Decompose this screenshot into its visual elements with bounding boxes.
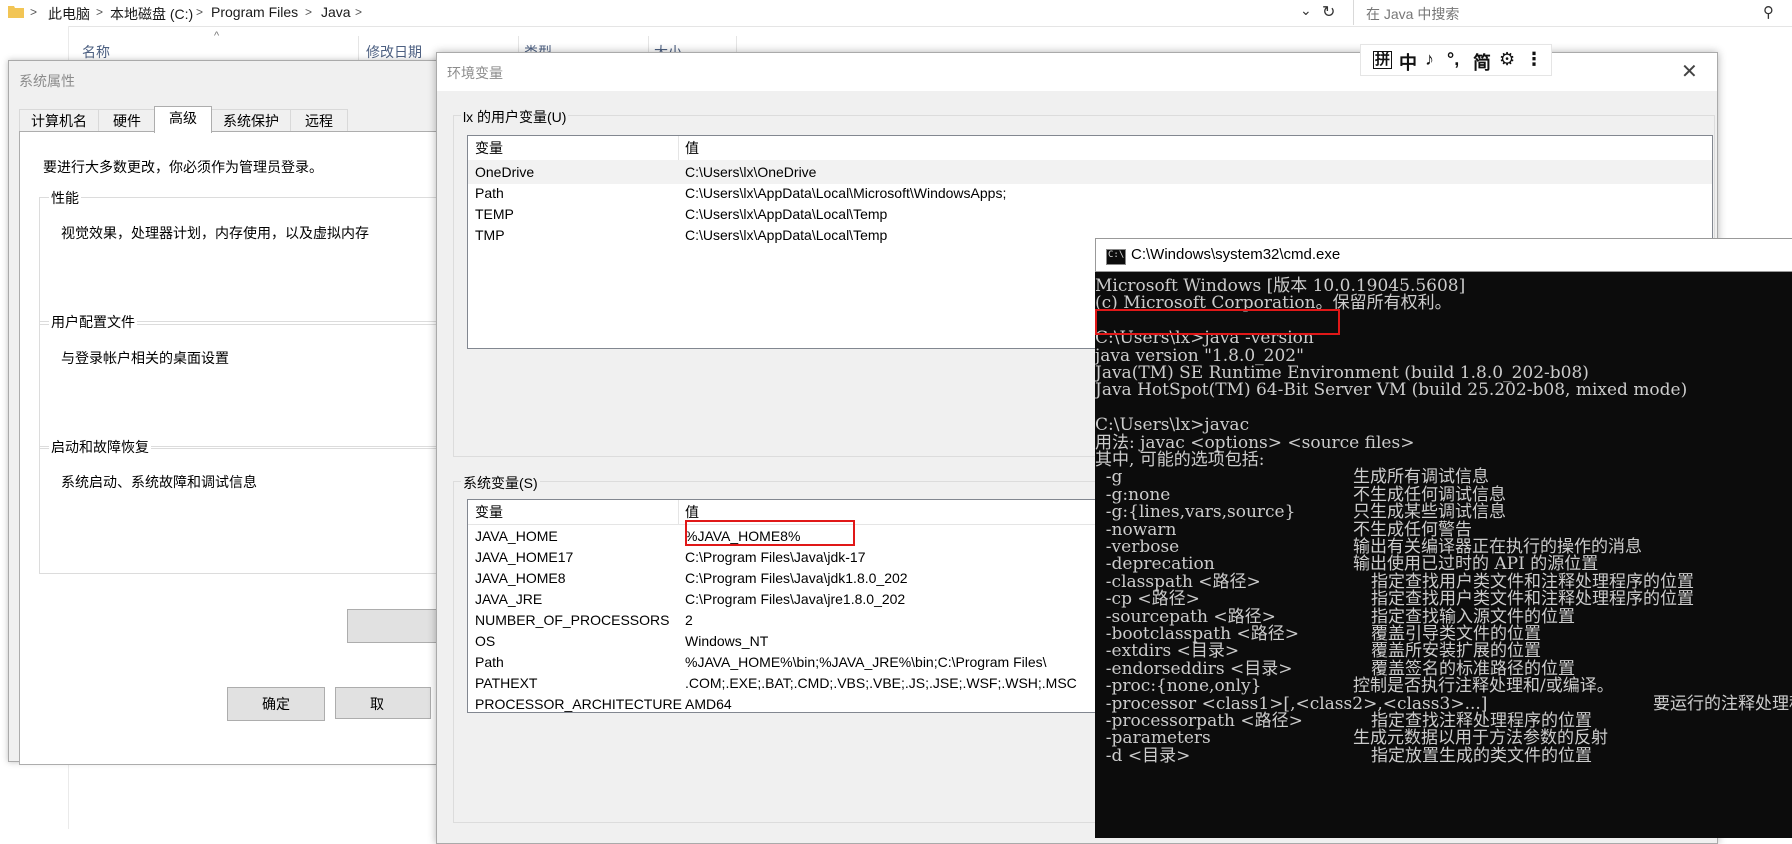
column-divider — [678, 500, 679, 524]
chevron-right-icon: > — [196, 5, 204, 19]
column-modified[interactable]: 修改日期 — [366, 42, 422, 62]
tab-label: 系统保护 — [223, 113, 279, 129]
search-icon[interactable]: ⚲ — [1763, 3, 1774, 21]
ime-toolbar: 拼 中 ♪ °, 简 ⚙ ⋮ — [1360, 44, 1552, 76]
address-bar: > 此电脑 > 本地磁盘 (C:) > Program Files > Java… — [0, 0, 1792, 27]
column-value[interactable]: 值 — [685, 136, 699, 160]
startup-recovery-group — [39, 446, 440, 574]
pinyin-icon[interactable]: 拼 — [1373, 51, 1393, 69]
group-title: 用户配置文件 — [49, 312, 137, 332]
punctuation-icon[interactable]: °, — [1447, 49, 1459, 70]
column-variable[interactable]: 变量 — [475, 136, 503, 160]
option-description: 要运行的注释处理程序的名称 — [1653, 693, 1792, 714]
tab-advanced[interactable]: 高级 — [154, 106, 212, 133]
tab-computer-name[interactable]: 计算机名 — [19, 109, 99, 132]
var-value: AMD64 — [685, 696, 732, 712]
cancel-label: 取 — [370, 696, 384, 712]
list-header: 变量 值 — [468, 136, 1712, 161]
group-title: 性能 — [49, 188, 81, 208]
cancel-button[interactable]: 取 — [335, 687, 431, 719]
chevron-right-icon: > — [96, 5, 104, 19]
console-line: Java HotSpot(TM) 64-Bit Server VM (build… — [1095, 380, 1688, 401]
simplified-button[interactable]: 简 — [1473, 49, 1491, 75]
column-divider — [678, 136, 679, 160]
group-title: 启动和故障恢复 — [49, 437, 151, 457]
search-placeholder: 在 Java 中搜索 — [1366, 6, 1460, 22]
chevron-right-icon: > — [30, 5, 38, 19]
environment-variables-button[interactable] — [347, 609, 439, 643]
dialog-title: 环境变量 — [447, 65, 503, 81]
admin-note: 要进行大多数更改，你必须作为管理员登录。 — [43, 159, 323, 175]
moon-icon[interactable]: ♪ — [1425, 49, 1434, 70]
tab-system-protection[interactable]: 系统保护 — [211, 109, 291, 132]
tab-label: 硬件 — [113, 113, 141, 129]
cmd-titlebar[interactable]: C:\ C:\Windows\system32\cmd.exe — [1095, 238, 1792, 272]
tab-label: 远程 — [305, 113, 333, 129]
system-vars-label: 系统变量(S) — [461, 473, 540, 493]
column-divider — [358, 36, 359, 60]
search-input[interactable]: 在 Java 中搜索 ⚲ — [1353, 0, 1786, 25]
refresh-icon[interactable]: ↻ — [1322, 2, 1335, 22]
chinese-mode-button[interactable]: 中 — [1399, 49, 1417, 75]
user-vars-label: lx 的用户变量(U) — [461, 107, 569, 127]
var-value: C:\Users\lx\AppData\Local\Temp — [685, 227, 888, 243]
option-flag: -d <目录> — [1095, 745, 1191, 766]
chevron-right-icon: > — [355, 5, 363, 19]
cmd-window[interactable]: C:\ C:\Windows\system32\cmd.exe Microsof… — [1095, 238, 1792, 838]
folder-icon — [8, 6, 24, 18]
ok-label: 确定 — [262, 696, 290, 712]
column-variable[interactable]: 变量 — [475, 500, 503, 524]
chevron-down-icon[interactable]: ⌄ — [1300, 2, 1312, 19]
breadcrumb-local-disk[interactable]: 本地磁盘 (C:) — [110, 4, 193, 24]
var-name: TMP — [475, 227, 505, 243]
more-icon[interactable]: ⋮ — [1525, 49, 1543, 70]
close-icon[interactable]: ✕ — [1681, 59, 1698, 84]
user-profiles-group — [39, 321, 440, 449]
tab-remote[interactable]: 远程 — [290, 109, 348, 132]
group-description: 视觉效果，处理器计划，内存使用，以及虚拟内存 — [61, 225, 369, 241]
highlight-box — [685, 520, 855, 546]
cmd-title: C:\Windows\system32\cmd.exe — [1131, 246, 1341, 263]
group-description: 系统启动、系统故障和调试信息 — [61, 474, 257, 490]
highlight-box — [1095, 309, 1340, 335]
sort-up-icon: ^ — [214, 30, 220, 42]
column-name[interactable]: 名称 — [82, 42, 110, 62]
dialog-title: 系统属性 — [19, 73, 75, 89]
option-description: 指定放置生成的类文件的位置 — [1371, 745, 1592, 766]
tab-label: 高级 — [169, 110, 197, 126]
system-properties-dialog: 系统属性 计算机名 硬件 高级 系统保护 远程 要进行大多数更改，你必须作为管理… — [8, 60, 441, 765]
tab-hardware[interactable]: 硬件 — [98, 109, 156, 132]
tab-label: 计算机名 — [31, 113, 87, 129]
performance-group — [39, 197, 440, 325]
breadcrumb-program-files[interactable]: Program Files — [211, 4, 298, 20]
var-name: PROCESSOR_ARCHITECTURE — [475, 696, 682, 712]
cmd-console[interactable]: Microsoft Windows [版本 10.0.19045.5608] (c… — [1095, 272, 1792, 838]
group-description: 与登录帐户相关的桌面设置 — [61, 350, 229, 366]
breadcrumb-this-pc[interactable]: 此电脑 — [48, 4, 90, 24]
gear-icon[interactable]: ⚙ — [1499, 49, 1515, 70]
cmd-icon: C:\ — [1106, 249, 1126, 265]
chevron-right-icon: > — [305, 5, 313, 19]
breadcrumb-java[interactable]: Java — [321, 4, 351, 20]
ok-button[interactable]: 确定 — [227, 687, 325, 721]
